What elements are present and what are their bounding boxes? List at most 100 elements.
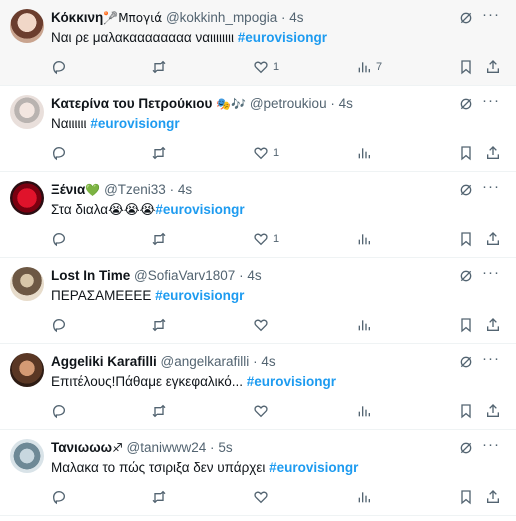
share-button[interactable]: [485, 145, 501, 161]
bookmark-button[interactable]: [458, 145, 474, 161]
like-button[interactable]: 1: [253, 145, 279, 161]
reply-icon: [52, 60, 66, 75]
retweet-button[interactable]: [151, 489, 167, 505]
hashtag-link[interactable]: #eurovisiongr: [155, 288, 244, 303]
bookmark-icon: [461, 404, 471, 419]
tweet-header: Lost In Time @SofiaVarv1807 · 4s: [51, 267, 446, 285]
reply-button[interactable]: [51, 403, 67, 419]
share-button[interactable]: [485, 231, 501, 247]
bookmark-button[interactable]: [458, 317, 474, 333]
user-handle[interactable]: @angelkarafilli: [161, 354, 250, 369]
timestamp[interactable]: 5s: [218, 440, 232, 455]
grok-icon[interactable]: [458, 268, 474, 284]
retweet-icon: [152, 404, 166, 418]
hashtag-link[interactable]: #eurovisiongr: [269, 460, 358, 475]
bookmark-button[interactable]: [458, 231, 474, 247]
tweet-item[interactable]: Κόκκινη🥍Μπογιά @kokkinh_mpogia · 4s ··· …: [0, 0, 516, 86]
user-handle[interactable]: @taniwww24: [127, 440, 207, 455]
bookmark-button[interactable]: [458, 403, 474, 419]
retweet-button[interactable]: [151, 145, 167, 161]
views-button[interactable]: [356, 145, 376, 161]
retweet-button[interactable]: [151, 403, 167, 419]
like-button[interactable]: 1: [253, 59, 279, 75]
more-options-icon[interactable]: ···: [482, 178, 500, 195]
reply-button[interactable]: [51, 231, 67, 247]
more-options-icon[interactable]: ···: [482, 350, 500, 367]
more-options-icon[interactable]: ···: [482, 92, 500, 109]
retweet-icon: [152, 146, 166, 160]
share-button[interactable]: [485, 59, 501, 75]
reply-button[interactable]: [51, 489, 67, 505]
share-button[interactable]: [485, 403, 501, 419]
hashtag-link[interactable]: #eurovisiongr: [238, 30, 327, 45]
share-button[interactable]: [485, 489, 501, 505]
grok-icon[interactable]: [458, 354, 474, 370]
reply-icon: [52, 404, 66, 419]
hashtag-link[interactable]: #eurovisiongr: [247, 374, 336, 389]
display-name[interactable]: Lost In Time: [51, 268, 130, 283]
more-options-icon[interactable]: ···: [482, 436, 500, 453]
user-handle[interactable]: @petroukiou: [250, 96, 327, 111]
bookmark-button[interactable]: [458, 489, 474, 505]
user-handle[interactable]: @kokkinh_mpogia: [166, 10, 277, 25]
bookmark-button[interactable]: [458, 59, 474, 75]
tweet-item[interactable]: Τανιωωω♐ @taniwww24 · 5s ··· Μαλακα το π…: [0, 430, 516, 516]
views-button[interactable]: [356, 317, 376, 333]
avatar-portrait: [10, 9, 44, 43]
timestamp[interactable]: 4s: [289, 10, 303, 25]
like-button[interactable]: 1: [253, 231, 279, 247]
views-icon: [358, 320, 370, 331]
grok-icon[interactable]: [458, 96, 474, 112]
like-button[interactable]: [253, 403, 273, 419]
tweet-item[interactable]: Ξένια💚 @Tzeni33 · 4s ··· Στα διαλα😭😭😭#eu…: [0, 172, 516, 258]
retweet-button[interactable]: [151, 231, 167, 247]
user-handle[interactable]: @SofiaVarv1807: [134, 268, 235, 283]
grok-icon[interactable]: [458, 10, 474, 26]
tweet-item[interactable]: Lost In Time @SofiaVarv1807 · 4s ··· ΠΕΡ…: [0, 258, 516, 344]
name-emoji: 💚: [85, 183, 101, 197]
timestamp[interactable]: 4s: [261, 354, 275, 369]
tweet-text: Επιτέλους!Πάθαμε εγκεφαλικό... #eurovisi…: [51, 373, 502, 391]
grok-icon[interactable]: [458, 182, 474, 198]
display-name[interactable]: Ξένια: [51, 182, 85, 197]
reply-button[interactable]: [51, 145, 67, 161]
avatar[interactable]: [10, 439, 44, 473]
timestamp[interactable]: 4s: [247, 268, 261, 283]
bookmark-icon: [461, 318, 471, 333]
avatar[interactable]: [10, 267, 44, 301]
like-button[interactable]: [253, 489, 273, 505]
tweet-item[interactable]: Aggeliki Karafilli @angelkarafilli · 4s …: [0, 344, 516, 430]
hashtag-link[interactable]: #eurovisiongr: [90, 116, 179, 131]
avatar[interactable]: [10, 9, 44, 43]
views-button[interactable]: 7: [356, 59, 382, 75]
views-button[interactable]: [356, 489, 376, 505]
timestamp[interactable]: 4s: [339, 96, 353, 111]
grok-icon[interactable]: [458, 440, 474, 456]
more-options-icon[interactable]: ···: [482, 264, 500, 281]
avatar[interactable]: [10, 95, 44, 129]
reply-button[interactable]: [51, 59, 67, 75]
avatar[interactable]: [10, 353, 44, 387]
display-name[interactable]: Κατερίνα του Πετρούκιου: [51, 96, 212, 111]
name-emoji: 🥍Μπογιά: [103, 11, 163, 25]
views-button[interactable]: [356, 403, 376, 419]
tweet-body: Ναι ρε μαλακαααααααα ναιιιιιιιι: [51, 30, 238, 45]
display-name[interactable]: Τανιωωω: [51, 440, 112, 455]
like-button[interactable]: [253, 317, 273, 333]
display-name[interactable]: Κόκκινη: [51, 10, 103, 25]
display-name[interactable]: Aggeliki Karafilli: [51, 354, 157, 369]
like-count: 1: [273, 61, 280, 73]
share-button[interactable]: [485, 317, 501, 333]
avatar[interactable]: [10, 181, 44, 215]
reply-button[interactable]: [51, 317, 67, 333]
like-count: 1: [273, 233, 280, 245]
timestamp[interactable]: 4s: [178, 182, 192, 197]
tweet-item[interactable]: Κατερίνα του Πετρούκιου 🎭🎶 @petroukiou ·…: [0, 86, 516, 172]
user-handle[interactable]: @Tzeni33: [104, 182, 166, 197]
retweet-button[interactable]: [151, 59, 167, 75]
bookmark-icon: [461, 232, 471, 247]
hashtag-link[interactable]: #eurovisiongr: [155, 202, 244, 217]
more-options-icon[interactable]: ···: [482, 6, 500, 23]
views-button[interactable]: [356, 231, 376, 247]
retweet-button[interactable]: [151, 317, 167, 333]
